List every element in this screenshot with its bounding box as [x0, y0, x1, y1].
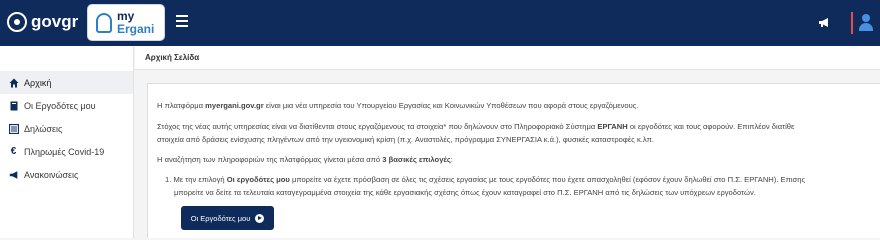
goal-paragraph-line-1: Στόχος της νέας αυτής υπηρεσίας είναι να… [157, 122, 795, 131]
govgr-seal-icon [7, 12, 27, 32]
govgr-logo[interactable]: govgr [7, 12, 78, 32]
goal-paragraph-line-2: στοιχεία από δράσεις ενίσχυσης πληγέντων… [157, 135, 655, 144]
list-icon [8, 123, 19, 134]
intro-paragraph: Η πλατφόρμα myergani.gov.gr είναι μια νέ… [157, 101, 639, 110]
search-paragraph: Η αναζήτηση των πληροφοριών της πλατφόρμ… [157, 155, 453, 164]
platform-name: myergani.gov.gr [205, 101, 264, 110]
sidebar-item-home[interactable]: Αρχική [0, 71, 133, 94]
sidebar-item-label: Ανακοινώσεις [24, 169, 79, 180]
breadcrumb-bar: Αρχική Σελίδα [135, 46, 880, 70]
sidebar-item-label: Οι Εργοδότες μου [24, 100, 96, 111]
logo-text-my: my [117, 8, 135, 23]
user-icon [862, 14, 870, 22]
govgr-brand-text: govgr [31, 12, 79, 31]
sidebar-item-label: Δηλώσεις [24, 123, 63, 134]
top-navbar: govgr my Ergani [0, 0, 880, 46]
sidebar: Αρχική Οι Εργοδότες μου Δηλώσεις € Πληρω… [0, 46, 134, 238]
hamburger-icon[interactable] [176, 15, 188, 27]
option-1-line-1: 1. Με την επιλογή Οι εργοδότες μου μπορε… [165, 175, 806, 184]
megaphone-icon[interactable] [818, 17, 830, 28]
myergani-logo[interactable]: my Ergani [87, 4, 165, 41]
arrow-right-circle-icon [255, 213, 265, 223]
sidebar-item-label: Πληρωμές Covid-19 [24, 146, 105, 157]
megaphone-icon [8, 169, 19, 180]
my-employers-button-label: Οι Εργοδότες μου [190, 213, 251, 223]
sidebar-item-announcements[interactable]: Ανακοινώσεις [0, 163, 133, 186]
sidebar-item-covid-payments[interactable]: € Πληρωμές Covid-19 [0, 140, 133, 163]
breadcrumb: Αρχική Σελίδα [145, 53, 200, 62]
logo-text-ergani: Ergani [117, 21, 155, 36]
option-1-line-2: μπορείτε να δείτε τα τελευταία καταγεγρα… [174, 188, 756, 197]
sidebar-item-employers[interactable]: Οι Εργοδότες μου [0, 94, 133, 117]
sidebar-item-declarations[interactable]: Δηλώσεις [0, 117, 133, 140]
my-employers-button[interactable]: Οι Εργοδότες μου [181, 206, 274, 230]
user-menu[interactable] [851, 12, 880, 34]
sidebar-item-label: Αρχική [24, 77, 52, 88]
book-icon [8, 100, 19, 111]
euro-icon: € [10, 146, 17, 157]
home-icon [8, 77, 19, 88]
ergani-mark-icon [96, 12, 112, 33]
content-card: Η πλατφόρμα myergani.gov.gr είναι μια νέ… [147, 83, 880, 238]
